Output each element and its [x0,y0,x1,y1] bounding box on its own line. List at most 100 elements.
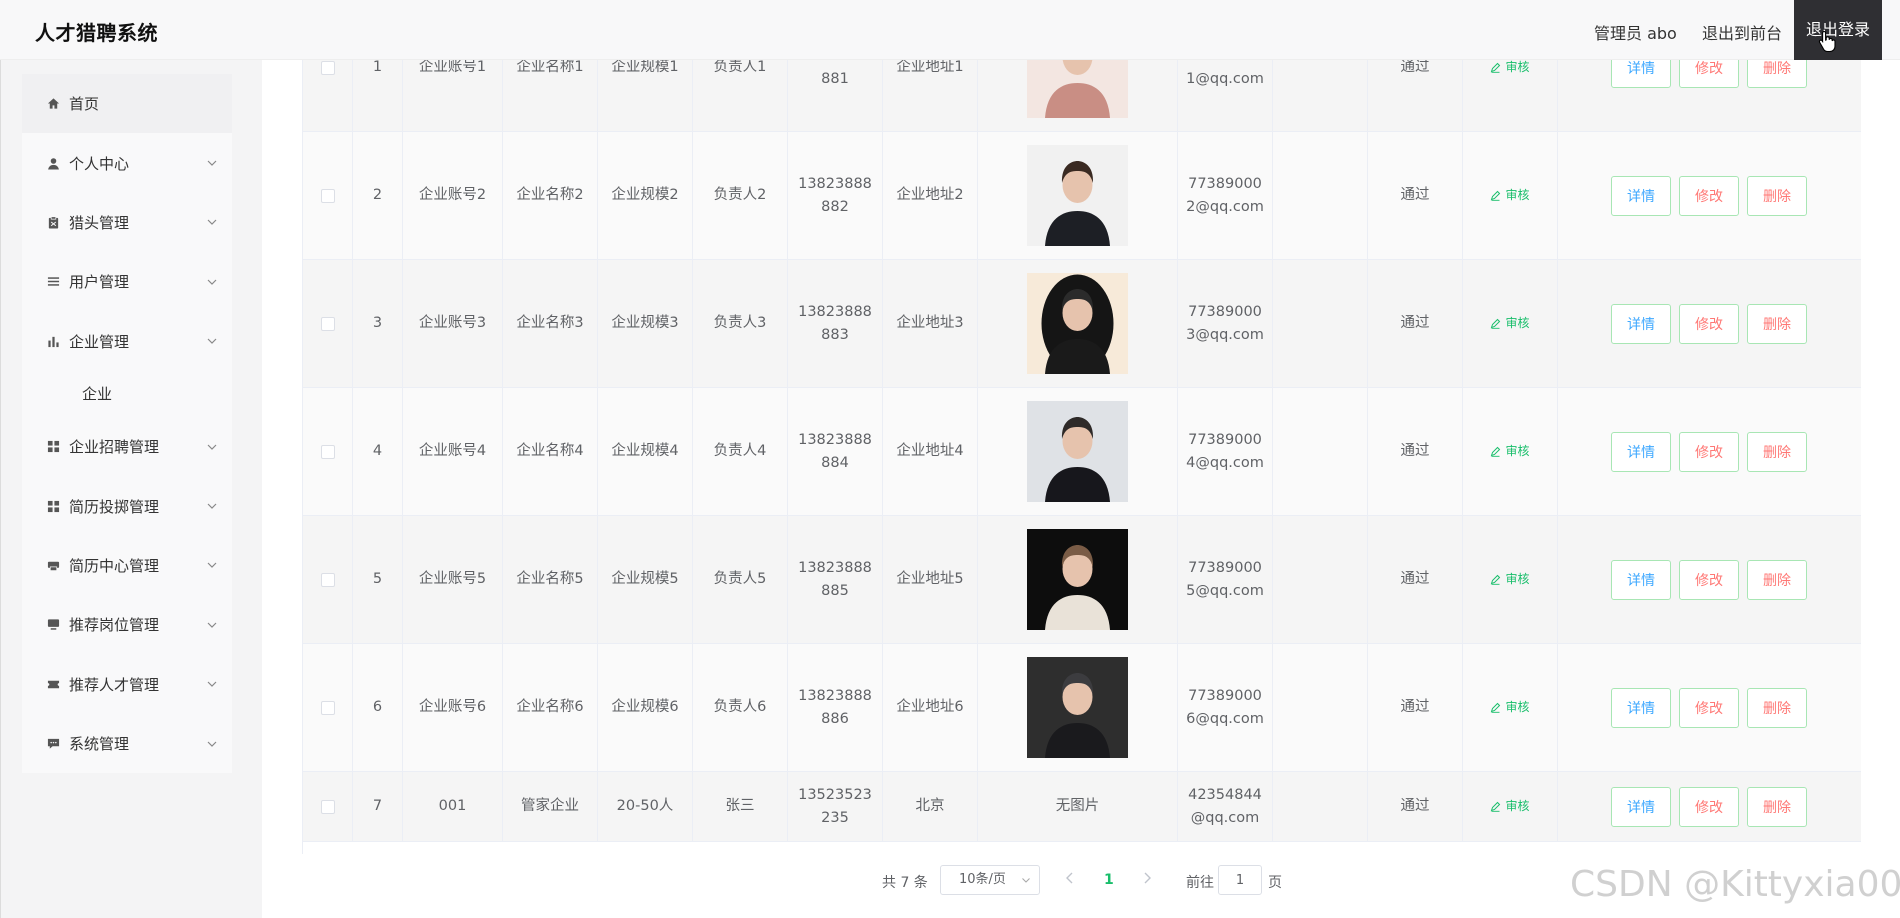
table-cell: 001 [403,772,503,841]
edit-button[interactable]: 修改 [1679,688,1739,728]
audit-link[interactable]: 审核 [1490,440,1530,463]
table-cell: 企业名称3 [503,260,598,387]
table-cell: 企业名称5 [503,516,598,643]
detail-button[interactable]: 详情 [1611,560,1671,600]
page-number-current[interactable]: 1 [1104,872,1114,888]
edit-icon [1491,190,1501,201]
audit-link[interactable]: 审核 [1490,795,1530,818]
table-cell: 13823888 882 [788,132,883,259]
delete-button[interactable]: 删除 [1747,304,1807,344]
ticket-icon [46,677,60,691]
row-checkbox[interactable] [320,799,335,814]
audit-status: 通过 [1400,187,1430,203]
detail-button[interactable]: 详情 [1611,304,1671,344]
page-suffix-label: 页 [1268,875,1282,891]
detail-button[interactable]: 详情 [1611,688,1671,728]
enterprise-phone: 13823888 882 [798,173,872,219]
audit-link[interactable]: 审核 [1490,184,1530,207]
enterprise-account: 企业账号5 [418,571,487,587]
table-cell: 企业账号4 [403,388,503,515]
edit-button[interactable]: 修改 [1679,304,1739,344]
enterprise-scale: 企业规模6 [611,699,679,715]
row-checkbox[interactable] [320,60,335,75]
enterprise-scale: 20-50人 [616,798,674,814]
audit-label: 审核 [1505,444,1530,458]
enterprise-account: 企业账号4 [418,443,487,459]
phone-line-2: 881 [821,70,849,87]
table-cell: 13523523 235 [788,772,883,841]
chevron-down-icon [207,562,217,569]
edit-button[interactable]: 修改 [1679,787,1739,827]
delete-button[interactable]: 删除 [1747,432,1807,472]
detail-button[interactable]: 详情 [1611,787,1671,827]
audit-link[interactable]: 审核 [1490,568,1530,591]
top-header: 人才猎聘系统 管理员 abo 退出到前台 退出登录 [0,0,1900,60]
email-line-2: 3@qq.com [1186,326,1264,343]
sidebar-item-system[interactable]: 系统管理 [22,714,232,773]
detail-button[interactable]: 详情 [1611,432,1671,472]
audit-link[interactable]: 审核 [1490,312,1530,335]
sidebar-item-enterprise[interactable]: 企业管理 [22,312,232,371]
enterprise-email: 77389000 6@qq.com [1186,685,1264,731]
prev-page-icon[interactable] [1064,870,1076,886]
sidebar-item-users[interactable]: 用户管理 [22,252,232,311]
sidebar-item-resume-delivery[interactable]: 简历投掷管理 [22,476,232,535]
sidebar-subitem-enterprise[interactable]: 企业 [22,371,232,417]
table-cell: 77389000 4@qq.com [1178,388,1273,515]
table-cell: 13823888 886 [788,644,883,771]
chevron-down-icon [207,279,217,285]
table-cell [978,132,1178,259]
edit-button[interactable]: 修改 [1679,560,1739,600]
table-cell: 77389000 2@qq.com [1178,132,1273,259]
table-cell: 企业规模3 [598,260,693,387]
audit-link[interactable]: 审核 [1490,696,1530,719]
page-size-select[interactable]: 10条/页 [940,865,1040,895]
table-cell: 审核 [1463,260,1558,387]
table-cell: 企业地址2 [883,132,978,259]
enterprise-account: 企业账号6 [418,699,487,715]
audit-label: 审核 [1505,700,1530,714]
delete-button[interactable]: 删除 [1747,560,1807,600]
enterprise-address: 企业地址2 [896,187,964,203]
hand-cursor-icon [1818,30,1836,52]
goto-page-input[interactable] [1218,865,1262,895]
admin-label: 管理员 abo [1594,24,1677,43]
row-checkbox[interactable] [320,444,335,459]
to-front-link[interactable]: 退出到前台 [1702,20,1782,44]
phone-line-2: 883 [821,326,849,343]
sidebar-item-home[interactable]: 首页 [22,74,232,134]
enterprise-owner: 负责人5 [713,571,767,587]
row-checkbox[interactable] [320,316,335,331]
sidebar-item-recruitment[interactable]: 企业招聘管理 [22,417,232,476]
no-photo-text: 无图片 [1055,798,1100,814]
table-cell: 20-50人 [598,772,693,841]
edit-icon [1491,446,1501,457]
next-page-icon[interactable] [1141,870,1153,886]
enterprise-name: 管家企业 [521,798,579,814]
edit-button[interactable]: 修改 [1679,176,1739,216]
sidebar-item-resume-center[interactable]: 简历中心管理 [22,536,232,595]
sidebar-item-personal-center[interactable]: 个人中心 [22,133,232,192]
table-cell: 通过 [1368,260,1463,387]
detail-button[interactable]: 详情 [1611,176,1671,216]
edit-button[interactable]: 修改 [1679,432,1739,472]
sidebar-item-label: 简历投掷管理 [69,497,160,516]
enterprise-scale: 企业规模3 [611,315,679,331]
table-cell: 企业地址3 [883,260,978,387]
table-cell: 通过 [1368,772,1463,841]
row-checkbox[interactable] [320,572,335,587]
phone-line-1: 13823888 [798,175,872,192]
enterprise-phone: 13823888 884 [798,429,872,475]
row-checkbox[interactable] [320,700,335,715]
sidebar-item-recommended-talents[interactable]: 推荐人才管理 [22,655,232,714]
sidebar-item-recommended-jobs[interactable]: 推荐岗位管理 [22,595,232,654]
delete-button[interactable]: 删除 [1747,787,1807,827]
sidebar-item-label: 推荐岗位管理 [69,616,160,635]
monitor-icon [46,618,60,632]
sidebar-item-headhunter[interactable]: 猎头管理 [22,193,232,252]
delete-button[interactable]: 删除 [1747,176,1807,216]
logout-button[interactable]: 退出登录 [1794,0,1882,60]
phone-line-1: 13523523 [798,786,872,803]
row-checkbox[interactable] [320,188,335,203]
delete-button[interactable]: 删除 [1747,688,1807,728]
